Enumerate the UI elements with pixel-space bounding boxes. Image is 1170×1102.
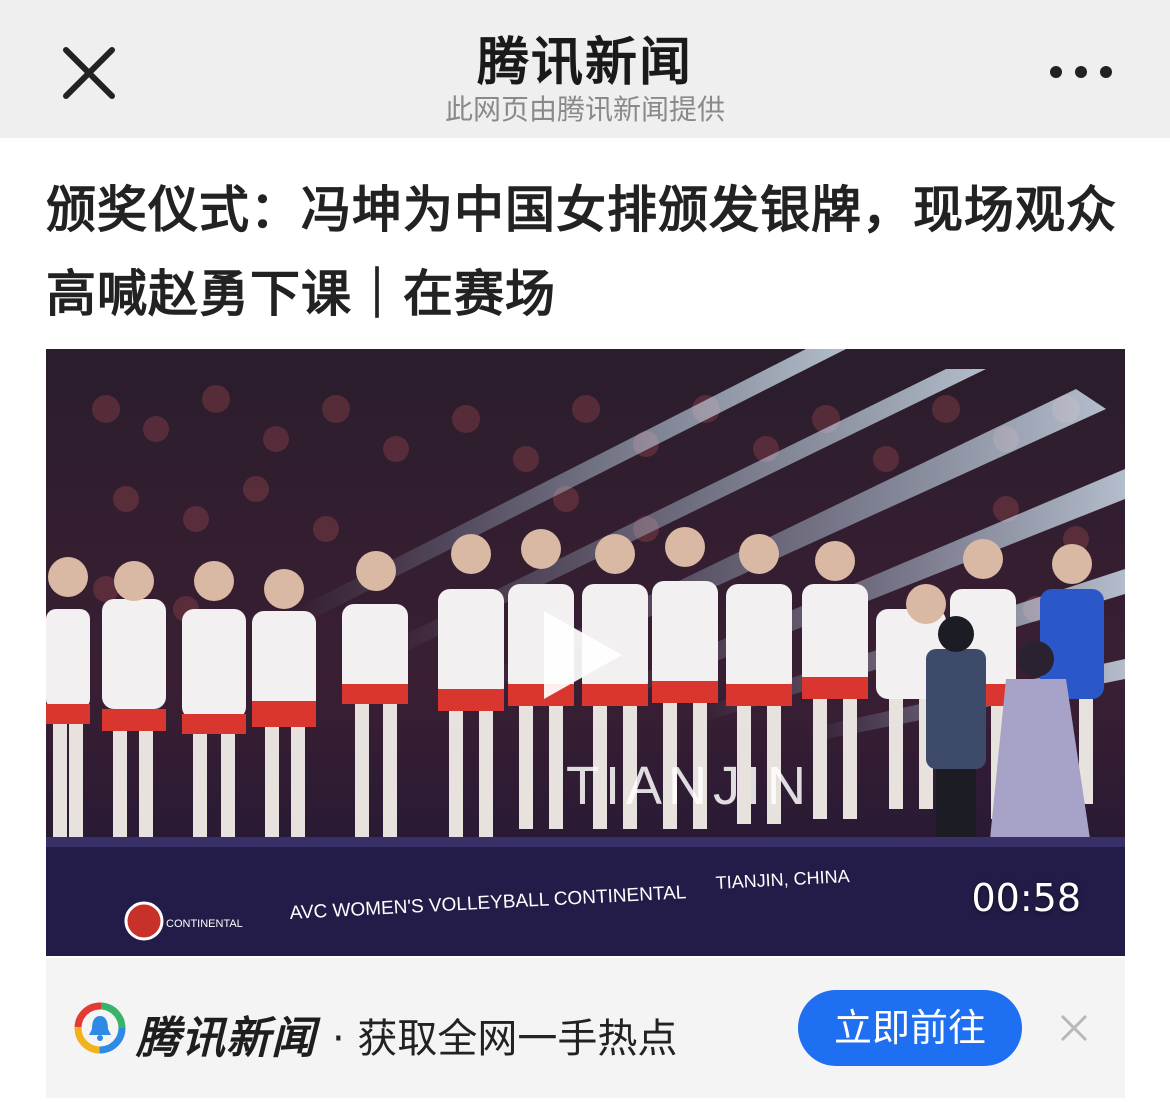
close-icon[interactable] <box>1058 1012 1090 1044</box>
video-duration: 00:58 <box>971 876 1081 920</box>
top-bar: 腾讯新闻 此网页由腾讯新闻提供 <box>0 0 1170 138</box>
article-headline: 颁奖仪式：冯坤为中国女排颁发银牌，现场观众高喊赵勇下课｜在赛场 <box>46 181 1117 323</box>
event-logo <box>124 901 164 941</box>
page-title: 腾讯新闻 <box>476 33 693 93</box>
page-subtitle: 此网页由腾讯新闻提供 <box>444 93 725 126</box>
video-player[interactable]: CONTINENTAL AVC WOMEN'S VOLLEYBALL CONTI… <box>46 349 1125 956</box>
promo-slogan: · 获取全网一手热点 <box>332 1016 678 1062</box>
tencent-news-logo-icon <box>74 1002 126 1054</box>
stage-logo-text: CONTINENTAL <box>166 918 243 930</box>
video-frame: CONTINENTAL AVC WOMEN'S VOLLEYBALL CONTI… <box>46 349 1125 956</box>
more-dots-icon[interactable] <box>1046 60 1116 84</box>
app-promo-banner: 腾讯新闻 · 获取全网一手热点 立即前往 <box>46 958 1125 1098</box>
backdrop-city-text: TIANJIN <box>566 756 812 816</box>
brand-name: 腾讯新闻 <box>136 1013 316 1064</box>
open-app-button[interactable]: 立即前往 <box>798 990 1022 1066</box>
